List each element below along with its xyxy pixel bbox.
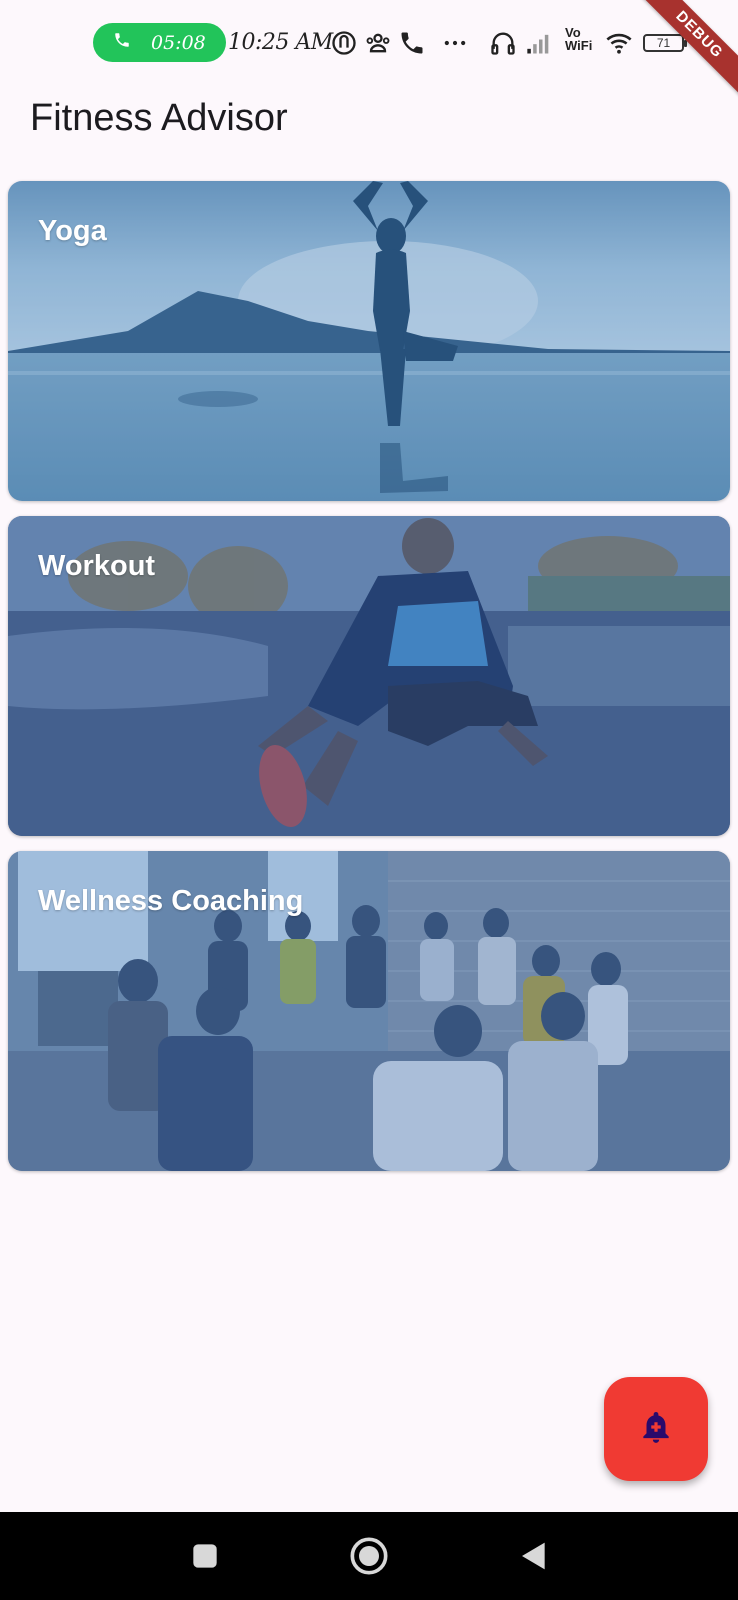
card-title: Workout (38, 550, 156, 582)
vowifi-indicator: Vo WiFi (565, 26, 592, 52)
call-timer: 05:08 (151, 31, 206, 54)
headphones-icon (489, 29, 517, 57)
card-workout[interactable]: Workout (8, 516, 730, 836)
signal-icon (525, 29, 553, 57)
back-button[interactable] (514, 1536, 554, 1576)
page-title: Fitness Advisor (30, 97, 288, 139)
system-nav-bar (0, 1512, 738, 1600)
ongoing-call-chip[interactable]: 05:08 (93, 23, 226, 62)
battery-icon: 71 (643, 34, 687, 52)
card-title: Wellness Coaching (38, 885, 304, 917)
nfc-icon (330, 29, 358, 57)
recents-button[interactable] (185, 1536, 225, 1576)
recents-icon (191, 1542, 219, 1570)
status-bar: 05:08 10:25 AM Vo WiFi 71 (0, 0, 738, 86)
clock: 10:25 AM (228, 30, 333, 55)
card-overlay (8, 181, 730, 501)
back-icon (518, 1540, 550, 1572)
phone-icon (113, 31, 131, 54)
card-yoga[interactable]: Yoga (8, 181, 730, 501)
card-title: Yoga (38, 215, 107, 247)
group-icon (364, 29, 392, 57)
notification-add-button[interactable] (604, 1377, 708, 1481)
card-wellness-coaching[interactable]: Wellness Coaching (8, 851, 730, 1171)
home-icon (349, 1536, 389, 1576)
notification-add-icon (637, 1408, 675, 1451)
wifi-icon (603, 29, 635, 57)
home-button[interactable] (349, 1536, 389, 1576)
phone-icon (398, 29, 426, 57)
more-icon (441, 29, 469, 57)
vowifi-line2: WiFi (565, 38, 593, 53)
